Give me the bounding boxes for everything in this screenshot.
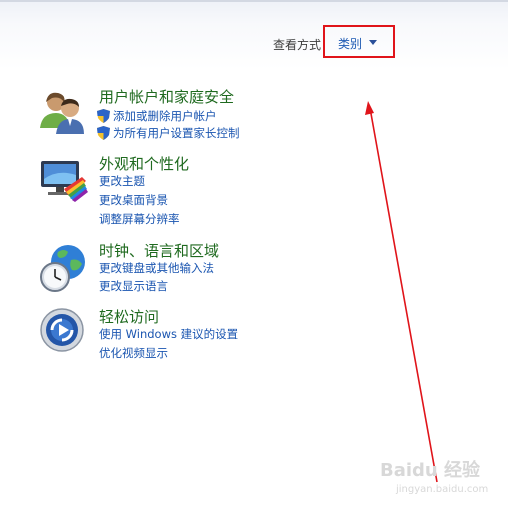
annotation-arrow [365, 101, 438, 483]
watermark-url: jingyan.baidu.com [396, 484, 489, 495]
watermark: Baidu 经验 [380, 460, 481, 481]
